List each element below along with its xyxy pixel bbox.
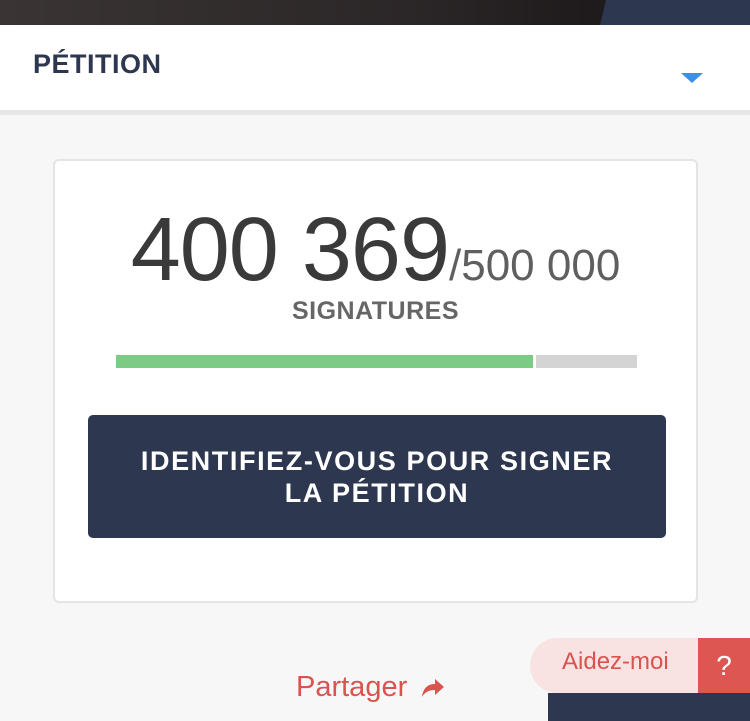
page: PÉTITION 400 369/500 000 SIGNATURES IDEN… [0,0,750,721]
section-title: PÉTITION [33,49,162,79]
signatures-goal: /500 000 [449,241,621,290]
signature-counter: 400 369/500 000 [55,199,696,302]
bottom-navy-block [548,693,750,721]
help-question-icon[interactable]: ? [698,638,750,693]
section-dropdown-toggle[interactable] [674,65,710,95]
share-arrow-icon [422,678,445,697]
signature-progress-bar [116,355,637,368]
share-label: Partager [296,671,408,703]
help-pill[interactable]: Aidez-moi [530,638,720,693]
petition-section-header[interactable]: PÉTITION [0,25,750,115]
progress-divider [532,355,536,368]
help-widget[interactable]: Aidez-moi ? [530,638,750,693]
help-label: Aidez-moi [562,648,669,675]
progress-fill [116,355,533,368]
caret-down-icon [681,73,703,83]
hero-navy-shape [600,0,750,25]
hero-image-strip [0,0,750,25]
signatures-label: SIGNATURES [291,297,460,325]
sign-petition-button[interactable]: IDENTIFIEZ-VOUS POUR SIGNER LA PÉTITION [88,415,666,538]
share-link[interactable]: Partager [296,671,445,704]
signatures-count: 400 369 [130,200,450,300]
petition-card: 400 369/500 000 SIGNATURES IDENTIFIEZ-VO… [53,159,698,603]
